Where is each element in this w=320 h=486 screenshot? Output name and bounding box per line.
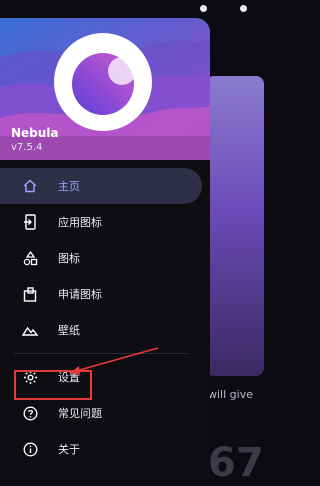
- annotation-arrow-icon: [70, 347, 159, 375]
